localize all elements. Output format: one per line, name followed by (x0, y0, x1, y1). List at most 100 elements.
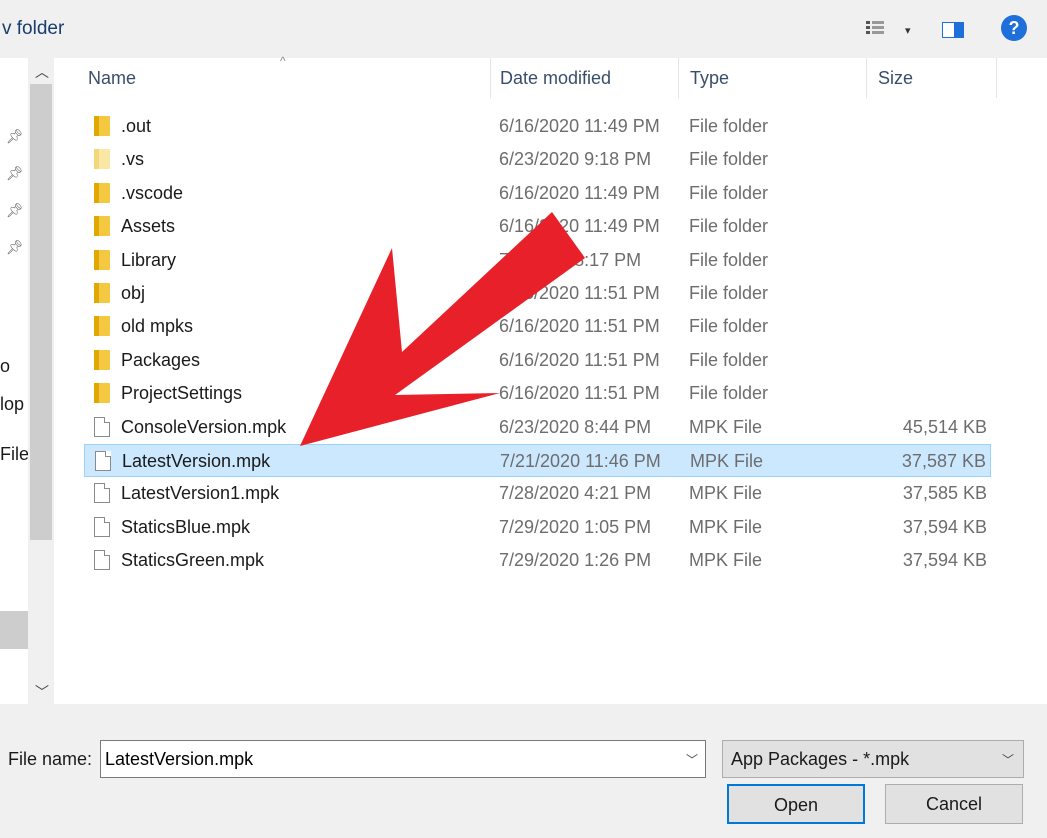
file-row[interactable]: Assets 6/16/2020 11:49 PM File folder (84, 210, 991, 243)
file-type: File folder (689, 216, 769, 237)
file-type: MPK File (690, 451, 764, 471)
file-row[interactable]: Library 7/2/2020 8:17 PM File folder (84, 244, 991, 277)
file-row[interactable]: .vs 6/23/2020 9:18 PM File folder (84, 143, 991, 176)
file-type: MPK File (689, 416, 763, 437)
file-name: Library (121, 249, 177, 270)
column-divider[interactable] (490, 58, 491, 98)
file-name-label: File name: (8, 749, 93, 769)
file-size: 37,585 KB (902, 483, 987, 504)
folder-icon (94, 116, 110, 136)
chevron-down-icon[interactable]: ﹀ (686, 751, 698, 768)
file-icon (95, 451, 111, 471)
file-type: File folder (689, 182, 769, 203)
file-size (847, 143, 991, 176)
file-row[interactable]: .vscode 6/16/2020 11:49 PM File folder (84, 177, 991, 210)
new-folder-button[interactable]: v folder (2, 18, 64, 40)
pin-icon[interactable]: 📌︎ (6, 202, 24, 219)
file-name: Packages (121, 349, 201, 370)
pin-icon[interactable]: 📌︎ (6, 128, 24, 145)
column-header: ^ Name Date modified Type Size (54, 54, 1047, 98)
folder-icon (94, 216, 110, 237)
cancel-button[interactable]: Cancel (885, 784, 1023, 824)
file-date: 7/29/2020 1:26 PM (499, 550, 652, 571)
file-date: 7/29/2020 1:05 PM (499, 516, 652, 537)
file-type: File folder (689, 116, 769, 136)
file-size (847, 377, 991, 410)
folder-icon (94, 182, 110, 203)
file-list[interactable]: ^ Name Date modified Type Size .out 6/16/… (54, 54, 1047, 704)
file-name-input[interactable] (100, 740, 706, 778)
scrollbar-thumb[interactable] (30, 84, 52, 540)
file-row[interactable]: Packages 6/16/2020 11:51 PM File folder (84, 344, 991, 377)
file-name: .vscode (121, 182, 184, 203)
file-icon (94, 516, 110, 537)
file-date: 7/21/2020 11:46 PM (500, 451, 661, 471)
file-row[interactable]: LatestVersion.mpk 7/21/2020 11:46 PM MPK F… (84, 444, 991, 477)
sort-ascending-icon: ^ (280, 54, 286, 68)
column-divider[interactable] (678, 58, 679, 98)
file-size (847, 110, 991, 143)
file-row[interactable]: LatestVersion1.mpk 7/28/2020 4:21 PM MPK F… (84, 477, 991, 510)
folder-icon (94, 383, 110, 404)
file-type-select[interactable]: App Packages - *.mpk (722, 740, 1024, 778)
nav-item[interactable]: File (0, 444, 29, 465)
file-row[interactable]: StaticsGreen.mpk 7/29/2020 1:26 PM MPK Fil… (84, 544, 991, 577)
preview-pane-icon[interactable] (942, 22, 964, 38)
view-dropdown-icon[interactable]: ▾ (905, 24, 911, 37)
navigation-pane[interactable]: 📌︎ 📌︎ 📌︎ 📌︎ o lop File (0, 58, 29, 704)
file-name: LatestVersion.mpk (122, 451, 271, 471)
file-date: 6/16/2020 11:49 PM (499, 182, 660, 203)
file-row[interactable]: old mpks 6/16/2020 11:51 PM File folder (84, 310, 991, 343)
file-row[interactable]: StaticsBlue.mpk 7/29/2020 1:05 PM MPK File… (84, 511, 991, 544)
column-divider[interactable] (996, 58, 997, 98)
file-row[interactable]: ConsoleVersion.mpk 6/23/2020 8:44 PM MPK F… (84, 411, 991, 444)
file-name: .vs (121, 149, 145, 170)
help-icon[interactable]: ? (1001, 15, 1027, 41)
column-date-modified[interactable]: Date modified (500, 58, 611, 98)
file-name: ConsoleVersion.mpk (121, 416, 287, 437)
folder-icon (94, 316, 110, 337)
file-size (847, 177, 991, 210)
file-date: 6/23/2020 9:18 PM (499, 149, 652, 170)
nav-scrollbar[interactable]: ︿ ﹀ (28, 58, 54, 704)
open-button[interactable]: Open (727, 784, 865, 824)
file-size: 37,594 KB (902, 516, 987, 537)
file-name: StaticsBlue.mpk (121, 516, 251, 537)
file-date: 7/28/2020 4:21 PM (499, 483, 652, 504)
file-date: 6/16/2020 11:51 PM (499, 283, 660, 303)
file-type: File folder (689, 249, 769, 270)
file-icon (94, 483, 110, 504)
pin-icon[interactable]: 📌︎ (6, 239, 24, 256)
file-name: StaticsGreen.mpk (121, 550, 265, 571)
pin-icon[interactable]: 📌︎ (6, 165, 24, 182)
file-name: LatestVersion1.mpk (121, 483, 280, 504)
file-type: File folder (689, 149, 769, 170)
column-divider[interactable] (866, 58, 867, 98)
scroll-up-icon[interactable]: ︿ (35, 62, 49, 82)
file-name: old mpks (121, 316, 194, 337)
nav-item[interactable]: o (0, 356, 10, 377)
column-type[interactable]: Type (690, 58, 729, 98)
scroll-down-icon[interactable]: ﹀ (35, 682, 49, 702)
folder-icon (94, 249, 110, 270)
file-size (847, 210, 991, 243)
dialog-footer: File name: ﹀ App Packages - *.mpk ﹀ Open… (0, 704, 1047, 838)
file-row[interactable]: obj 6/16/2020 11:51 PM File folder (84, 277, 991, 310)
chevron-down-icon[interactable]: ﹀ (1002, 751, 1014, 768)
file-type: File folder (689, 349, 769, 370)
toolbar: v folder ▾ ? (0, 0, 1047, 58)
folder-icon (94, 349, 110, 370)
nav-selected-item[interactable] (0, 611, 28, 649)
file-row[interactable]: ProjectSettings 6/16/2020 11:51 PM File fo… (84, 377, 991, 410)
file-row[interactable]: .out 6/16/2020 11:49 PM File folder (84, 110, 991, 143)
file-date: 7/2/2020 8:17 PM (499, 249, 642, 270)
file-type: File folder (689, 383, 769, 404)
file-date: 6/16/2020 11:49 PM (499, 216, 660, 237)
file-icon (94, 550, 110, 571)
nav-item[interactable]: lop (0, 394, 24, 415)
view-options-icon[interactable] (866, 20, 884, 36)
folder-icon (94, 283, 110, 303)
column-size[interactable]: Size (878, 58, 913, 98)
file-size (847, 310, 991, 343)
column-name[interactable]: Name (88, 58, 136, 98)
